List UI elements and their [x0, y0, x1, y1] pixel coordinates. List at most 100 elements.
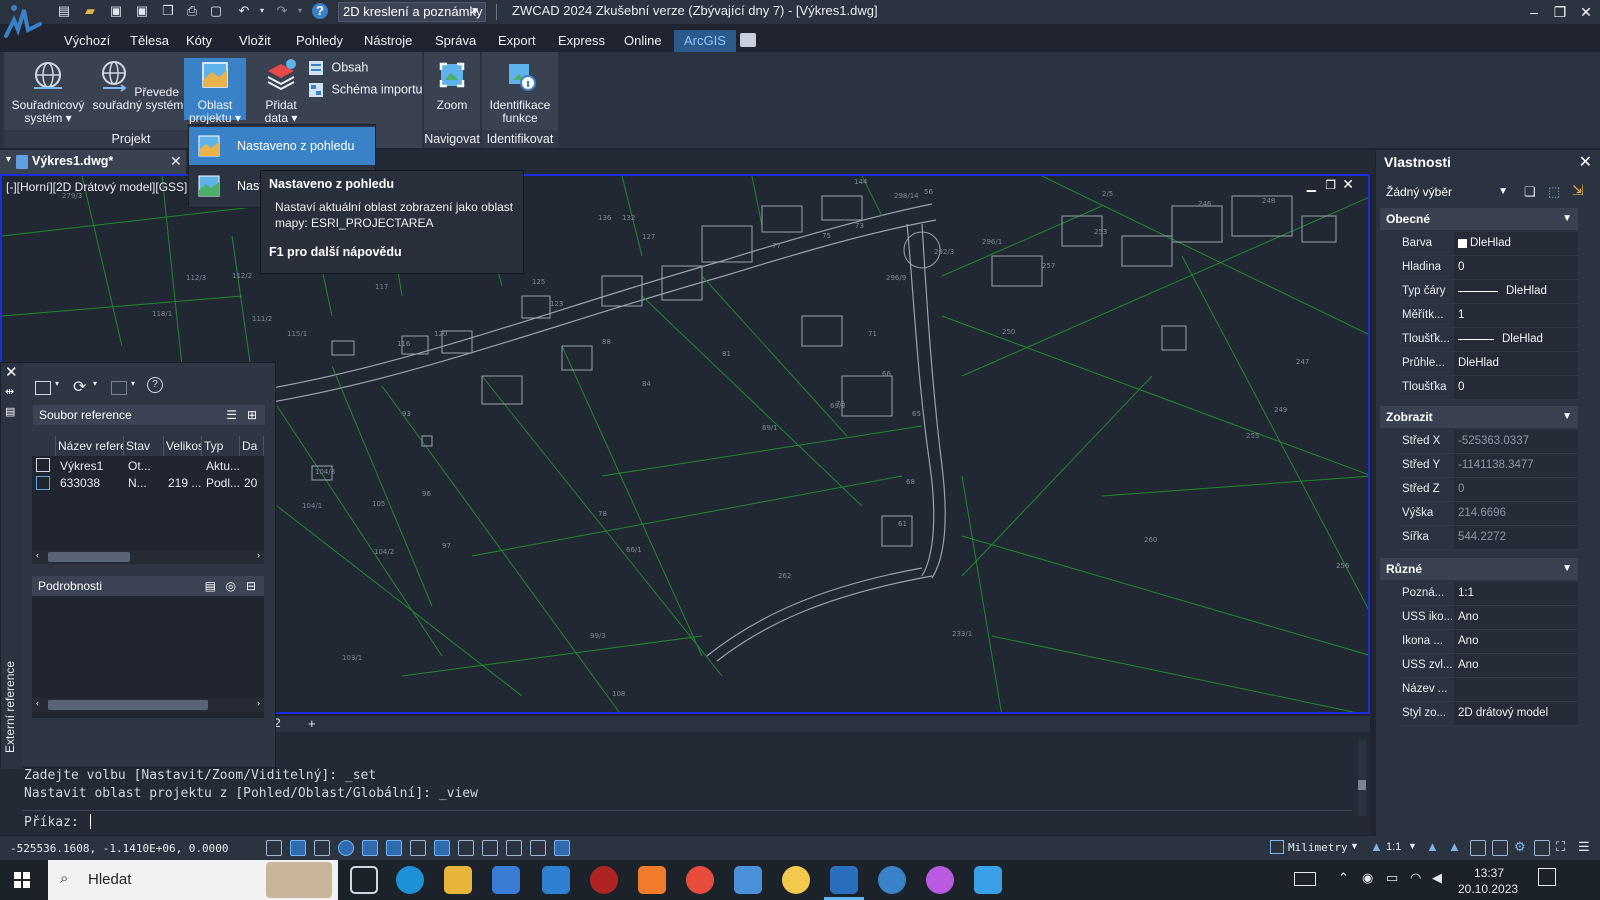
help-icon[interactable]	[878, 866, 906, 894]
zwcad-logo[interactable]	[0, 0, 50, 46]
workspace-switch-icon[interactable]	[1470, 840, 1486, 856]
scroll-left-icon[interactable]: ‹	[36, 698, 39, 708]
save-all-icon[interactable]: ❐	[160, 3, 176, 19]
restore-button[interactable]: ❐	[1550, 2, 1570, 22]
scrollbar-thumb[interactable]	[48, 552, 130, 562]
selection-cycling-icon[interactable]	[506, 840, 522, 856]
viewport-minimize-icon[interactable]: ▁	[1307, 178, 1316, 192]
chrome-icon[interactable]	[782, 866, 810, 894]
property-row[interactable]: USS zvl... Ano	[1400, 654, 1578, 678]
lock-ui-icon[interactable]	[1492, 840, 1508, 856]
project-area-button[interactable]: Oblast projektu ▾	[184, 58, 246, 125]
tree-view-icon[interactable]: ⊞	[247, 405, 257, 425]
taskbar-search[interactable]: ⌕ Hledat	[48, 860, 338, 900]
attach-dropdown-icon[interactable]: ▾	[55, 379, 59, 388]
scrollbar-thumb[interactable]	[48, 700, 208, 710]
scroll-right-icon[interactable]: ›	[257, 698, 260, 708]
chrome-profile-icon[interactable]	[686, 866, 714, 894]
property-value[interactable]: 2D drátový model	[1454, 702, 1578, 725]
autohide-icon[interactable]: ⇹	[5, 385, 14, 398]
cursor-coordinates[interactable]: -525536.1608, -1.1410E+06, 0.0000	[10, 842, 229, 855]
osnap-icon[interactable]	[362, 840, 378, 856]
camera-icon[interactable]: ◉	[1362, 870, 1373, 886]
save-as-icon[interactable]: ▣	[134, 3, 150, 19]
close-icon[interactable]: ✕	[5, 363, 18, 381]
customization-icon[interactable]: ☰	[1578, 839, 1590, 855]
group-general[interactable]: Obecné ▼	[1380, 208, 1578, 230]
menu-insert[interactable]: Vložit	[233, 30, 277, 52]
app-icon-red[interactable]	[590, 866, 618, 894]
clean-screen-icon[interactable]: ⛶	[1556, 839, 1565, 855]
preview-icon[interactable]: ◎	[226, 576, 236, 596]
tab-menu-icon[interactable]: ▼	[4, 154, 13, 164]
contents-button[interactable]: Obsah	[308, 60, 368, 76]
volume-icon[interactable]: ◀	[1432, 870, 1442, 886]
annotation-monitor-icon[interactable]	[530, 840, 546, 856]
command-input[interactable]: Příkaz:	[22, 810, 1352, 832]
edge-browser-icon[interactable]	[396, 866, 424, 894]
menu-tools[interactable]: Nástroje	[358, 30, 418, 52]
property-row[interactable]: Šířka 544.2272	[1400, 526, 1578, 550]
details-view-icon[interactable]: ▤	[205, 576, 216, 596]
new-file-icon[interactable]: ▤	[56, 3, 72, 19]
windows-start-icon[interactable]	[14, 872, 30, 888]
property-row[interactable]: Střed Z 0	[1400, 478, 1578, 502]
zoom-button[interactable]: Zoom	[428, 58, 476, 112]
grid-icon[interactable]	[290, 840, 306, 856]
property-row[interactable]: Tloušťk... DleHlad	[1400, 328, 1578, 352]
list-view-icon[interactable]: ☰	[226, 405, 237, 425]
column-status[interactable]: Stav	[124, 436, 164, 456]
coord-system-button[interactable]: Souřadnicový systém ▾	[6, 58, 90, 125]
property-value[interactable]: 0	[1454, 376, 1578, 399]
table-row[interactable]: 633038 N... 219 ... Podl... 20	[32, 474, 264, 492]
command-scrollbar[interactable]	[1358, 740, 1366, 816]
document-tab[interactable]: ▼ Výkres1.dwg* ✕	[0, 150, 186, 174]
property-row[interactable]: Styl zo... 2D drátový model	[1400, 702, 1578, 726]
property-row[interactable]: Ikona ... Ano	[1400, 630, 1578, 654]
menu-arcgis[interactable]: ArcGIS	[674, 30, 736, 52]
notifications-icon[interactable]	[1538, 868, 1556, 886]
dynamic-input-icon[interactable]	[434, 840, 450, 856]
polar-icon[interactable]	[338, 840, 354, 856]
column-name[interactable]: Název referen	[56, 436, 124, 456]
annotation-scale-icon[interactable]: ▲	[1370, 839, 1383, 854]
property-row[interactable]: Střed Y -1141138.3477	[1400, 454, 1578, 478]
scroll-left-icon[interactable]: ‹	[36, 550, 39, 560]
property-value[interactable]: 1	[1454, 304, 1578, 327]
chevron-down-icon[interactable]: ▼	[1408, 841, 1417, 851]
refresh-dropdown-icon[interactable]: ▾	[93, 379, 97, 388]
refresh-icon[interactable]: ⟳	[73, 377, 86, 397]
print-icon[interactable]: ⎙	[184, 3, 200, 19]
property-row[interactable]: Měřítk... 1	[1400, 304, 1578, 328]
app-icon-orange[interactable]	[638, 866, 666, 894]
mail-icon[interactable]	[542, 866, 570, 894]
viewport-label[interactable]: [-][Horní][2D Drátový model][GSS]	[6, 180, 187, 194]
arcgis-app-icon[interactable]	[974, 866, 1002, 894]
group-misc[interactable]: Různé ▼	[1380, 558, 1578, 580]
help-icon[interactable]: ?	[312, 3, 328, 19]
annotation-visibility-icon[interactable]: ▲	[1426, 839, 1439, 854]
menu-item-set-from-view[interactable]: Nastaveno z pohledu	[189, 127, 375, 165]
clock-date[interactable]: 20.10.2023	[1458, 882, 1518, 896]
battery-icon[interactable]: ▭	[1386, 870, 1398, 886]
menu-express[interactable]: Express	[552, 30, 611, 52]
workspace-select[interactable]: 2D kreslení a poznámky ▼	[338, 2, 486, 22]
zwcad-taskbar-icon[interactable]	[830, 866, 858, 894]
lineweight-icon[interactable]	[458, 840, 474, 856]
horizontal-scrollbar[interactable]: ‹ ›	[32, 698, 264, 712]
menu-dimensions[interactable]: Kóty	[180, 30, 218, 52]
microsoft-store-icon[interactable]	[492, 866, 520, 894]
snap-icon[interactable]	[554, 840, 570, 856]
property-row[interactable]: Pozná... 1:1	[1400, 582, 1578, 606]
property-row[interactable]: Název ...	[1400, 678, 1578, 702]
property-value[interactable]: Ano	[1454, 606, 1578, 629]
property-value[interactable]: Ano	[1454, 654, 1578, 677]
wifi-icon[interactable]: ◠	[1410, 870, 1421, 886]
task-view-icon[interactable]	[350, 866, 378, 894]
gear-icon[interactable]: ⚙	[1514, 839, 1526, 855]
menu-views[interactable]: Pohledy	[290, 30, 349, 52]
scroll-right-icon[interactable]: ›	[257, 550, 260, 560]
identify-button[interactable]: Identifikace funkce	[484, 58, 556, 125]
hardware-acceleration-icon[interactable]	[1534, 840, 1550, 856]
quick-select-icon[interactable]: ❏	[1524, 184, 1536, 200]
